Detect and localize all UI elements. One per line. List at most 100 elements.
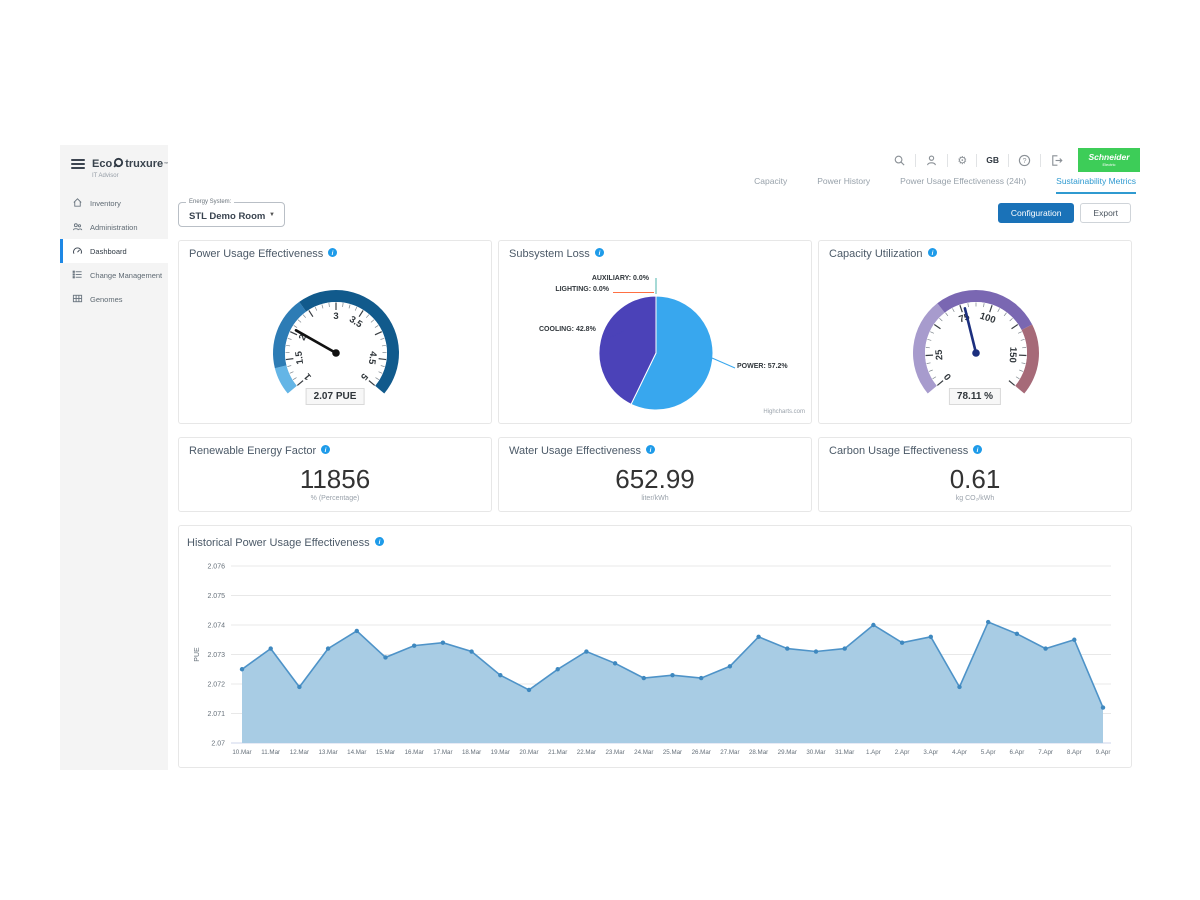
change-management-icon <box>72 269 83 282</box>
card-title: Water Usage Effectiveness <box>509 445 641 457</box>
tab-power-history[interactable]: Power History <box>817 176 870 194</box>
energy-system-select[interactable]: Energy System: STL Demo Room ▼ <box>178 202 285 227</box>
historical-pue-area-chart: 2.072.0712.0722.0732.0742.0752.076PUE10.… <box>179 526 1133 769</box>
pie-label-power: POWER: 57.2% <box>737 363 788 370</box>
x-tick-label: 24.Mar <box>634 749 653 756</box>
data-point-marker <box>814 649 818 653</box>
x-tick-label: 6.Apr <box>1010 749 1025 756</box>
data-point-marker <box>843 646 847 650</box>
capacity-gauge-value-badge: 78.11 % <box>949 388 1001 405</box>
gauge-tick-label: 25 <box>934 349 946 361</box>
logout-icon[interactable] <box>1041 154 1072 167</box>
x-tick-label: 30.Mar <box>806 749 825 756</box>
y-tick-label: 2.071 <box>207 711 225 718</box>
data-point-marker <box>613 661 617 665</box>
sidebar-item-label: Dashboard <box>90 247 127 256</box>
tab-power-usage-effectiveness-24h[interactable]: Power Usage Effectiveness (24h) <box>900 176 1026 194</box>
x-tick-label: 18.Mar <box>462 749 481 756</box>
data-point-marker <box>498 673 502 677</box>
energy-system-label: Energy System: <box>186 199 234 205</box>
x-tick-label: 8.Apr <box>1067 749 1082 756</box>
subsystem-loss-pie-chart <box>499 241 813 425</box>
gauge-tick-label: 150 <box>1007 347 1019 363</box>
data-point-marker <box>1101 705 1105 709</box>
sidebar-item-change-management[interactable]: Change Management <box>60 263 168 287</box>
svg-text:i: i <box>650 447 652 454</box>
data-point-marker <box>355 629 359 633</box>
inventory-icon <box>72 197 83 210</box>
hamburger-menu-icon[interactable] <box>71 157 86 175</box>
data-point-marker <box>556 667 560 671</box>
info-icon[interactable]: i <box>321 445 330 457</box>
highcharts-credit[interactable]: Highcharts.com <box>763 409 805 415</box>
schneider-electric-logo[interactable]: Schneider Electric <box>1078 148 1140 172</box>
sidebar-item-genomes[interactable]: Genomes <box>60 287 168 311</box>
sidebar-item-label: Genomes <box>90 295 123 304</box>
data-point-marker <box>670 673 674 677</box>
ecostruxure-logo: Eco truxure ™ IT Advisor <box>92 157 168 179</box>
y-tick-label: 2.073 <box>207 652 225 659</box>
data-point-marker <box>929 635 933 639</box>
brand-eco: Eco <box>92 159 112 170</box>
x-tick-label: 3.Apr <box>923 749 938 756</box>
data-point-marker <box>1072 638 1076 642</box>
export-button[interactable]: Export <box>1080 203 1131 223</box>
tab-bar: Capacity Power History Power Usage Effec… <box>754 176 1136 194</box>
data-point-marker <box>785 646 789 650</box>
data-point-marker <box>269 646 273 650</box>
brand-rest: truxure <box>125 159 163 170</box>
x-tick-label: 2.Apr <box>895 749 910 756</box>
gauge-tick-label: 4.5 <box>366 350 379 365</box>
x-tick-label: 29.Mar <box>778 749 797 756</box>
x-tick-label: 7.Apr <box>1038 749 1053 756</box>
data-point-marker <box>1015 632 1019 636</box>
data-point-marker <box>383 655 387 659</box>
info-icon[interactable]: i <box>973 445 982 457</box>
x-tick-label: 22.Mar <box>577 749 596 756</box>
app-window: Eco truxure ™ IT Advisor Inventory Admin… <box>60 145 1140 770</box>
electric-wordmark: Electric <box>1102 163 1115 167</box>
stat-value: 11856 <box>179 464 491 495</box>
x-tick-label: 14.Mar <box>347 749 366 756</box>
svg-text:i: i <box>325 447 327 454</box>
sidebar-item-inventory[interactable]: Inventory <box>60 191 168 215</box>
area-fill <box>242 622 1103 743</box>
configuration-button[interactable]: Configuration <box>998 203 1075 223</box>
pie-label-cooling: COOLING: 42.8% <box>539 326 596 333</box>
data-point-marker <box>441 641 445 645</box>
tab-capacity[interactable]: Capacity <box>754 176 787 194</box>
sidebar-item-dashboard[interactable]: Dashboard <box>60 239 168 263</box>
pie-connector-power <box>712 358 735 368</box>
card-title: Carbon Usage Effectiveness <box>829 445 968 457</box>
dashboard-icon <box>72 245 83 258</box>
settings-gear-icon[interactable]: ⚙ <box>948 154 976 167</box>
card-carbon-usage-effectiveness: Carbon Usage Effectivenessi 0.61 kg CO₂/… <box>818 437 1132 512</box>
data-point-marker <box>240 667 244 671</box>
card-water-usage-effectiveness: Water Usage Effectivenessi 652.99 liter/… <box>498 437 812 512</box>
schneider-wordmark: Schneider <box>1088 153 1129 162</box>
sidebar-item-administration[interactable]: Administration <box>60 215 168 239</box>
stat-unit: kg CO₂/kWh <box>819 495 1131 502</box>
pie-label-auxiliary: AUXILIARY: 0.0% <box>592 275 649 282</box>
y-tick-label: 2.075 <box>207 593 225 600</box>
x-tick-label: 12.Mar <box>290 749 309 756</box>
brand-tm: ™ <box>164 162 168 166</box>
locale-selector[interactable]: GB <box>977 155 1008 165</box>
info-icon[interactable]: i <box>646 445 655 457</box>
data-point-marker <box>584 649 588 653</box>
data-point-marker <box>728 664 732 668</box>
help-icon[interactable]: ? <box>1009 154 1040 167</box>
x-tick-label: 16.Mar <box>405 749 424 756</box>
topbar: ⚙ GB ? Schneider Electric <box>884 147 1140 173</box>
data-point-marker <box>756 635 760 639</box>
user-icon[interactable] <box>916 154 947 167</box>
search-icon[interactable] <box>884 154 915 167</box>
y-tick-label: 2.07 <box>211 741 225 748</box>
x-tick-label: 26.Mar <box>692 749 711 756</box>
tab-sustainability-metrics[interactable]: Sustainability Metrics <box>1056 176 1136 194</box>
x-tick-label: 19.Mar <box>491 749 510 756</box>
gauge-tick-label: 1.5 <box>293 350 306 365</box>
data-point-marker <box>957 685 961 689</box>
card-capacity-utilization: Capacity Utilizationi 02575100150 78.11 … <box>818 240 1132 424</box>
gauge-hub <box>332 349 340 357</box>
